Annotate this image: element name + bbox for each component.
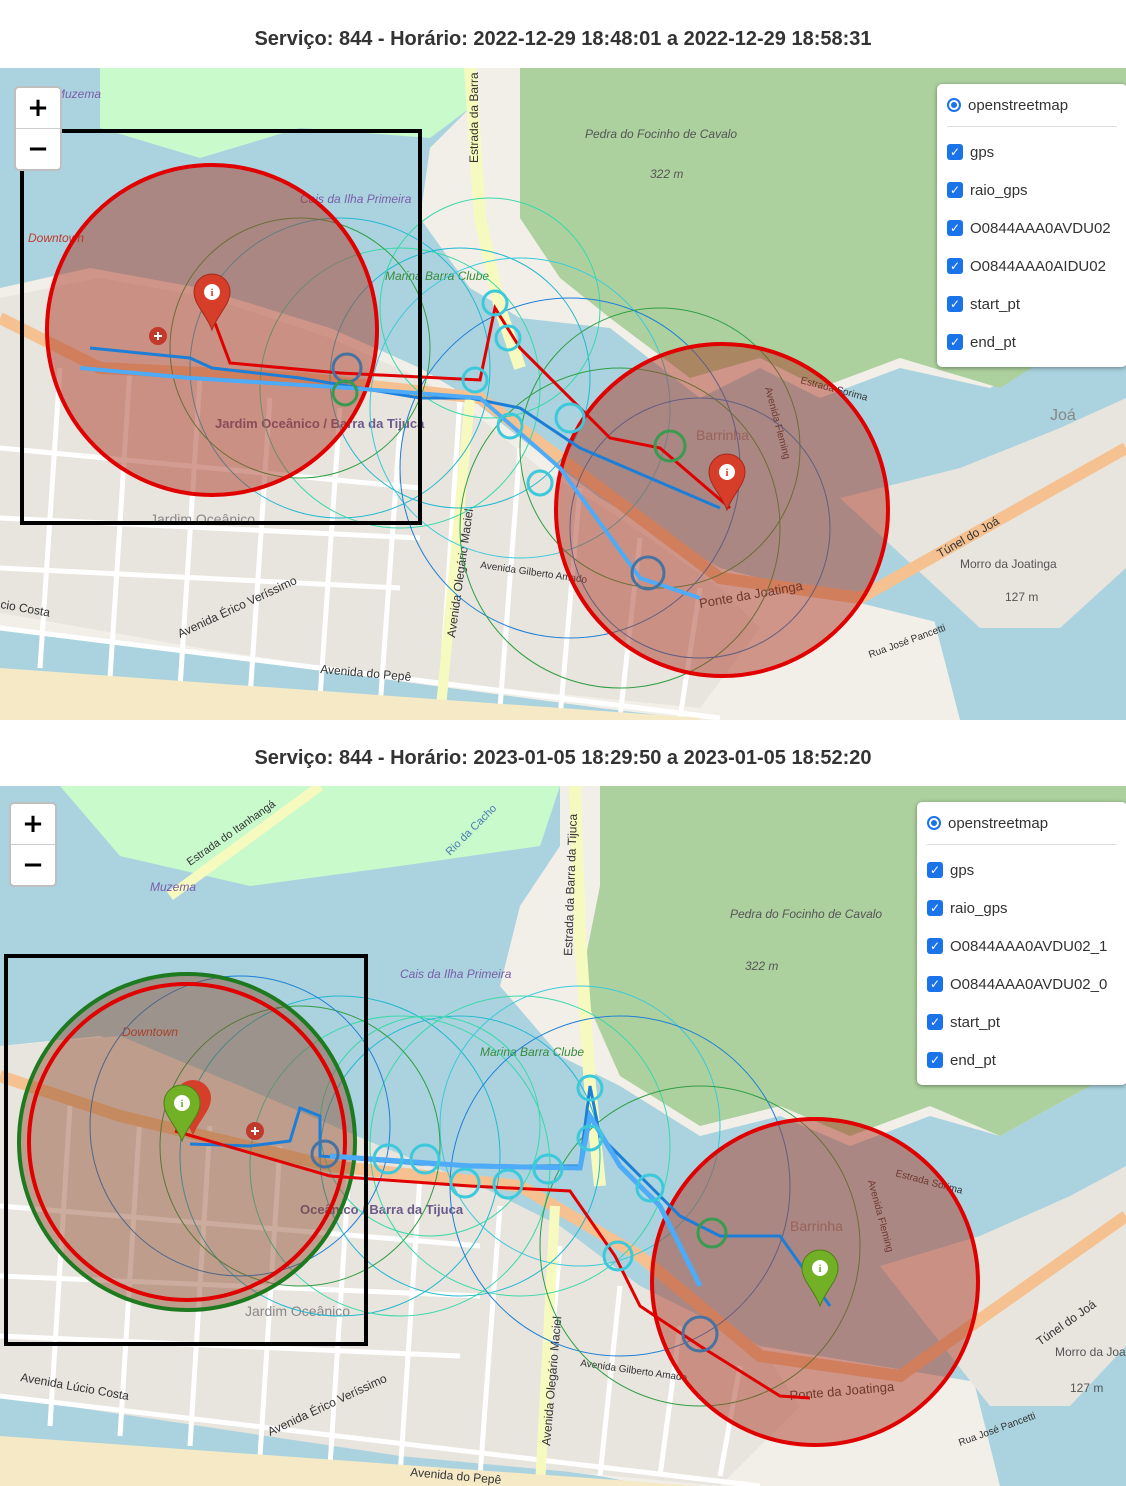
label-pedra: Pedra do Focinho de Cavalo [730, 907, 882, 921]
base-layer-label: openstreetmap [968, 96, 1069, 114]
overlay-route-avdu[interactable]: ✓ O0844AAA0AVDU02 [947, 209, 1117, 247]
svg-text:i: i [818, 1263, 821, 1275]
zoom-in-button[interactable]: + [11, 804, 55, 844]
overlay-gps[interactable]: ✓ gps [927, 851, 1117, 889]
checkbox-icon[interactable]: ✓ [927, 938, 943, 954]
layer-control: openstreetmap ✓ gps ✓ raio_gps ✓ O0844AA… [917, 802, 1126, 1085]
checkbox-icon[interactable]: ✓ [947, 334, 963, 350]
checkbox-icon[interactable]: ✓ [927, 862, 943, 878]
svg-text:i: i [725, 467, 728, 479]
start-radius-green [17, 972, 357, 1312]
svg-text:i: i [180, 1098, 183, 1110]
checkbox-icon[interactable]: ✓ [947, 220, 963, 236]
label-pedra-alt: 322 m [745, 959, 778, 973]
zoom-out-button[interactable]: − [16, 128, 60, 169]
overlay-label: O0844AAA0AIDU02 [970, 257, 1106, 275]
radio-icon[interactable] [947, 98, 961, 112]
hospital-icon [246, 1122, 264, 1140]
checkbox-icon[interactable]: ✓ [927, 1052, 943, 1068]
map-title: Serviço: 844 - Horário: 2023-01-05 18:29… [254, 747, 872, 769]
checkbox-icon[interactable]: ✓ [927, 976, 943, 992]
overlay-start-pt[interactable]: ✓ start_pt [927, 1003, 1117, 1041]
end-radius [554, 342, 890, 678]
overlay-label: raio_gps [970, 181, 1028, 199]
checkbox-icon[interactable]: ✓ [947, 182, 963, 198]
checkbox-icon[interactable]: ✓ [947, 144, 963, 160]
label-morro: Morro da Joatinga [1055, 1345, 1126, 1359]
zoom-control: + − [9, 802, 57, 887]
overlay-label: O0844AAA0AVDU02_1 [950, 937, 1108, 955]
overlay-route-avdu-0[interactable]: ✓ O0844AAA0AVDU02_0 [927, 965, 1117, 1003]
overlay-label: end_pt [950, 1051, 996, 1069]
overlay-route-avdu-1[interactable]: ✓ O0844AAA0AVDU02_1 [927, 927, 1117, 965]
zoom-out-button[interactable]: − [11, 844, 55, 885]
overlay-raio-gps[interactable]: ✓ raio_gps [947, 171, 1117, 209]
overlay-start-pt[interactable]: ✓ start_pt [947, 285, 1117, 323]
label-morro-alt: 127 m [1005, 590, 1038, 604]
overlay-gps[interactable]: ✓ gps [947, 133, 1117, 171]
base-layer-option[interactable]: openstreetmap [947, 90, 1117, 127]
label-cais: Cais da Ilha Primeira [400, 967, 512, 981]
label-marina: Marina Barra Clube [480, 1045, 584, 1059]
label-estrada-barra: Estrada da Barra [467, 72, 481, 163]
overlay-label: raio_gps [950, 899, 1008, 917]
layer-control: openstreetmap ✓ gps ✓ raio_gps ✓ O0844AA… [937, 84, 1126, 367]
label-muzema: Muzema [150, 880, 196, 894]
label-marina: Marina Barra Clube [385, 269, 489, 283]
overlay-route-aidu[interactable]: ✓ O0844AAA0AIDU02 [947, 247, 1117, 285]
zoom-control: + − [14, 86, 62, 171]
overlay-label: O0844AAA0AVDU02 [970, 219, 1111, 237]
overlay-label: gps [970, 143, 995, 161]
label-pedra: Pedra do Focinho de Cavalo [585, 127, 737, 141]
checkbox-icon[interactable]: ✓ [947, 296, 963, 312]
overlay-end-pt[interactable]: ✓ end_pt [927, 1041, 1117, 1079]
overlay-label: gps [950, 861, 975, 879]
hospital-icon [149, 327, 167, 345]
label-joa: Joá [1050, 407, 1076, 424]
label-jardim-oceanico: Jardim Oceânico [245, 1303, 350, 1319]
map-panel[interactable]: Muzema Downtown Cais da Ilha Primeira Ma… [0, 68, 1126, 720]
radio-icon[interactable] [927, 816, 941, 830]
overlay-raio-gps[interactable]: ✓ raio_gps [927, 889, 1117, 927]
overlay-label: start_pt [970, 295, 1021, 313]
label-pedra-alt: 322 m [650, 167, 683, 181]
zoom-in-button[interactable]: + [16, 88, 60, 128]
overlay-label: end_pt [970, 333, 1016, 351]
map-panel[interactable]: Muzema Downtown Cais da Ilha Primeira Ma… [0, 786, 1126, 1486]
checkbox-icon[interactable]: ✓ [927, 900, 943, 916]
overlay-end-pt[interactable]: ✓ end_pt [947, 323, 1117, 361]
svg-text:i: i [210, 287, 213, 299]
label-morro-alt: 127 m [1070, 1381, 1103, 1395]
base-layer-label: openstreetmap [948, 814, 1049, 832]
base-layer-option[interactable]: openstreetmap [927, 808, 1117, 845]
map-title: Serviço: 844 - Horário: 2022-12-29 18:48… [254, 28, 872, 50]
checkbox-icon[interactable]: ✓ [947, 258, 963, 274]
label-rua-jose: Rua José Pancetti [867, 623, 947, 661]
overlay-label: start_pt [950, 1013, 1001, 1031]
checkbox-icon[interactable]: ✓ [927, 1014, 943, 1030]
label-morro: Morro da Joatinga [960, 557, 1057, 571]
overlay-label: O0844AAA0AVDU02_0 [950, 975, 1108, 993]
